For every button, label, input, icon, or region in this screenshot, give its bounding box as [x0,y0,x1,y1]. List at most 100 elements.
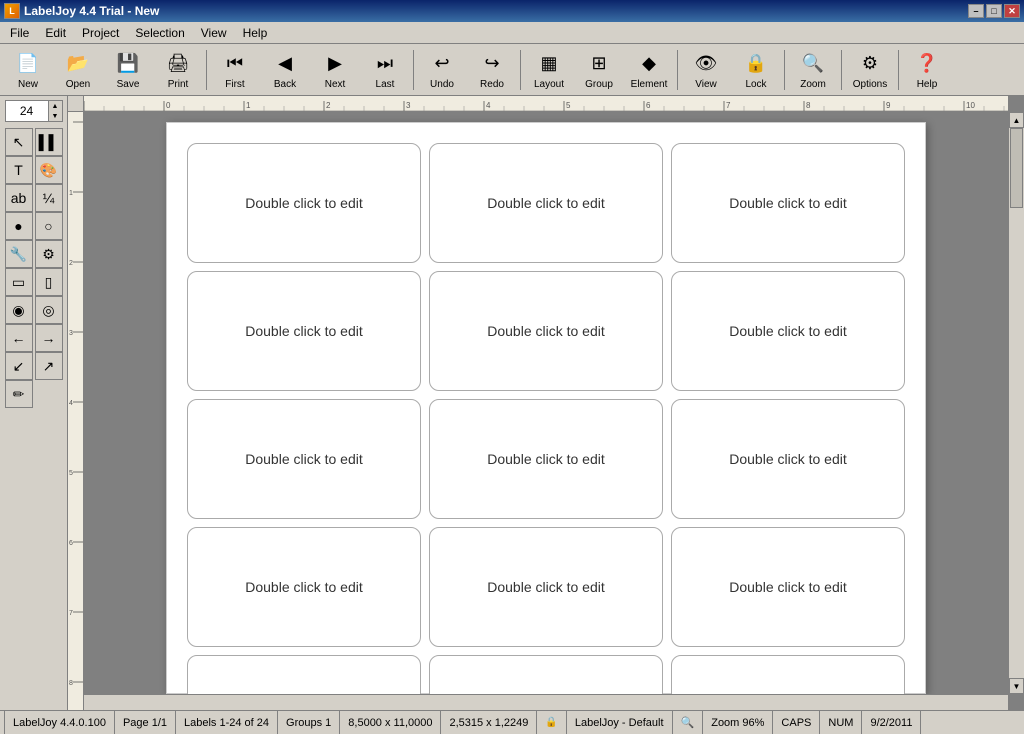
scroll-up-arrow[interactable]: ▲ [1009,112,1024,128]
minimize-button[interactable]: – [968,4,984,18]
label-cell[interactable]: Double click to edit [671,143,905,263]
help-button[interactable]: ❓Help [903,47,951,93]
open-icon: 📂 [64,50,92,77]
scrollbar-bottom[interactable] [84,694,1008,710]
element-icon: ◆ [635,50,663,77]
element-button[interactable]: ◆Element [625,47,673,93]
svg-text:5: 5 [566,101,571,110]
page-number-control[interactable]: 24 ▲ ▼ [5,100,63,122]
left-tool-row: ▭▯ [5,268,63,296]
left-toolbar: 24 ▲ ▼ ↖▌▌T🎨ab¼●○🔧⚙▭▯◉◎←→↙↗✏ [0,96,68,710]
scrollbar-right[interactable]: ▲ ▼ [1008,112,1024,694]
page-up-arrow[interactable]: ▲ [48,101,62,111]
options-button[interactable]: ⚙Options [846,47,894,93]
quarter-tool[interactable]: ¼ [35,184,63,212]
color2-tool[interactable]: ○ [35,212,63,240]
status-profile: LabelJoy - Default [567,711,673,734]
layout-button[interactable]: ▦Layout [525,47,573,93]
ruler-top: 0123456789101112131415161718 [84,96,1008,112]
redo-icon: ↪ [478,50,506,77]
group-button[interactable]: ⊞Group [575,47,623,93]
svg-text:0: 0 [166,101,171,110]
undo-icon: ↩ [428,50,456,77]
save-label: Save [117,79,140,90]
arrow-ur-tool[interactable]: ↗ [35,352,63,380]
wrench-tool[interactable]: 🔧 [5,240,33,268]
undo-button[interactable]: ↩ Undo [418,47,466,93]
next-label: Next [325,79,346,90]
title-bar: L LabelJoy 4.4 Trial - New – □ ✕ [0,0,1024,22]
close-button[interactable]: ✕ [1004,4,1020,18]
label-cell[interactable]: Double click to edit [671,399,905,519]
label-cell[interactable]: Double click to edit [187,399,421,519]
shape4-tool[interactable]: ◎ [35,296,63,324]
arrow-right-tool[interactable]: → [35,324,63,352]
status-zoom-icon: 🔍 [673,711,704,734]
next-button[interactable]: ▶Next [311,47,359,93]
pencil-tool[interactable]: ✏ [5,380,33,408]
canvas-area: 0123456789101112131415161718 123456789 D… [68,96,1024,710]
menu-item-project[interactable]: Project [76,24,125,42]
label-cell[interactable]: Double click to edit [187,271,421,391]
lock-button[interactable]: 🔒Lock [732,47,780,93]
back-button[interactable]: ◀Back [261,47,309,93]
first-button[interactable]: ⏮First [211,47,259,93]
svg-text:1: 1 [69,190,73,197]
scrollbar-thumb[interactable] [1010,128,1023,208]
menu-item-help[interactable]: Help [237,24,274,42]
label-cell[interactable]: Double click to edit [187,655,421,694]
label-cell[interactable]: Double click to edit [429,399,663,519]
barcode-tool[interactable]: ▌▌ [35,128,63,156]
pointer-tool[interactable]: ↖ [5,128,33,156]
menu-item-edit[interactable]: Edit [39,24,72,42]
label-cell[interactable]: Double click to edit [671,655,905,694]
menu-item-view[interactable]: View [195,24,233,42]
group-icon: ⊞ [585,50,613,77]
abc-tool[interactable]: ab [5,184,33,212]
ruler-top-svg: 0123456789101112131415161718 [84,96,1008,111]
print-button[interactable]: 🖨Print [154,47,202,93]
redo-button[interactable]: ↪Redo [468,47,516,93]
color1-tool[interactable]: ● [5,212,33,240]
status-coords: 2,5315 x 1,2249 [441,711,537,734]
shape2-tool[interactable]: ▯ [35,268,63,296]
label-cell[interactable]: Double click to edit [671,527,905,647]
label-cell[interactable]: Double click to edit [429,143,663,263]
scroll-down-arrow[interactable]: ▼ [1009,678,1024,694]
label-cell[interactable]: Double click to edit [429,527,663,647]
label-cell[interactable]: Double click to edit [187,143,421,263]
restore-button[interactable]: □ [986,4,1002,18]
open-button[interactable]: 📂 Open [54,47,102,93]
menu-item-selection[interactable]: Selection [129,24,190,42]
toolbar-separator [677,50,678,90]
view-button[interactable]: 👁View [682,47,730,93]
new-button[interactable]: 📄New [4,47,52,93]
label-cell[interactable]: Double click to edit [671,271,905,391]
last-button[interactable]: ⏭Last [361,47,409,93]
menu-item-file[interactable]: File [4,24,35,42]
paint-tool[interactable]: 🎨 [35,156,63,184]
left-tool-row: ↙↗ [5,352,63,380]
label-cell[interactable]: Double click to edit [429,655,663,694]
open-label: Open [66,79,90,90]
save-button[interactable]: 💾Save [104,47,152,93]
undo-label: Undo [430,79,454,90]
status-groups: Groups 1 [278,711,340,734]
svg-text:1: 1 [246,101,251,110]
label-cell[interactable]: Double click to edit [429,271,663,391]
zoom-icon: 🔍 [799,50,827,77]
page-down-arrow[interactable]: ▼ [48,111,62,121]
shape3-tool[interactable]: ◉ [5,296,33,324]
arrow-dl-tool[interactable]: ↙ [5,352,33,380]
text-tool[interactable]: T [5,156,33,184]
zoom-button[interactable]: 🔍Zoom [789,47,837,93]
label-cell[interactable]: Double click to edit [187,527,421,647]
arrow-left-tool[interactable]: ← [5,324,33,352]
gear-tool[interactable]: ⚙ [35,240,63,268]
status-zoom: Zoom 96% [703,711,773,734]
svg-text:8: 8 [69,680,73,687]
left-tool-row: ✏ [5,380,63,408]
svg-text:10: 10 [966,101,975,110]
shape1-tool[interactable]: ▭ [5,268,33,296]
layout-icon: ▦ [535,50,563,77]
